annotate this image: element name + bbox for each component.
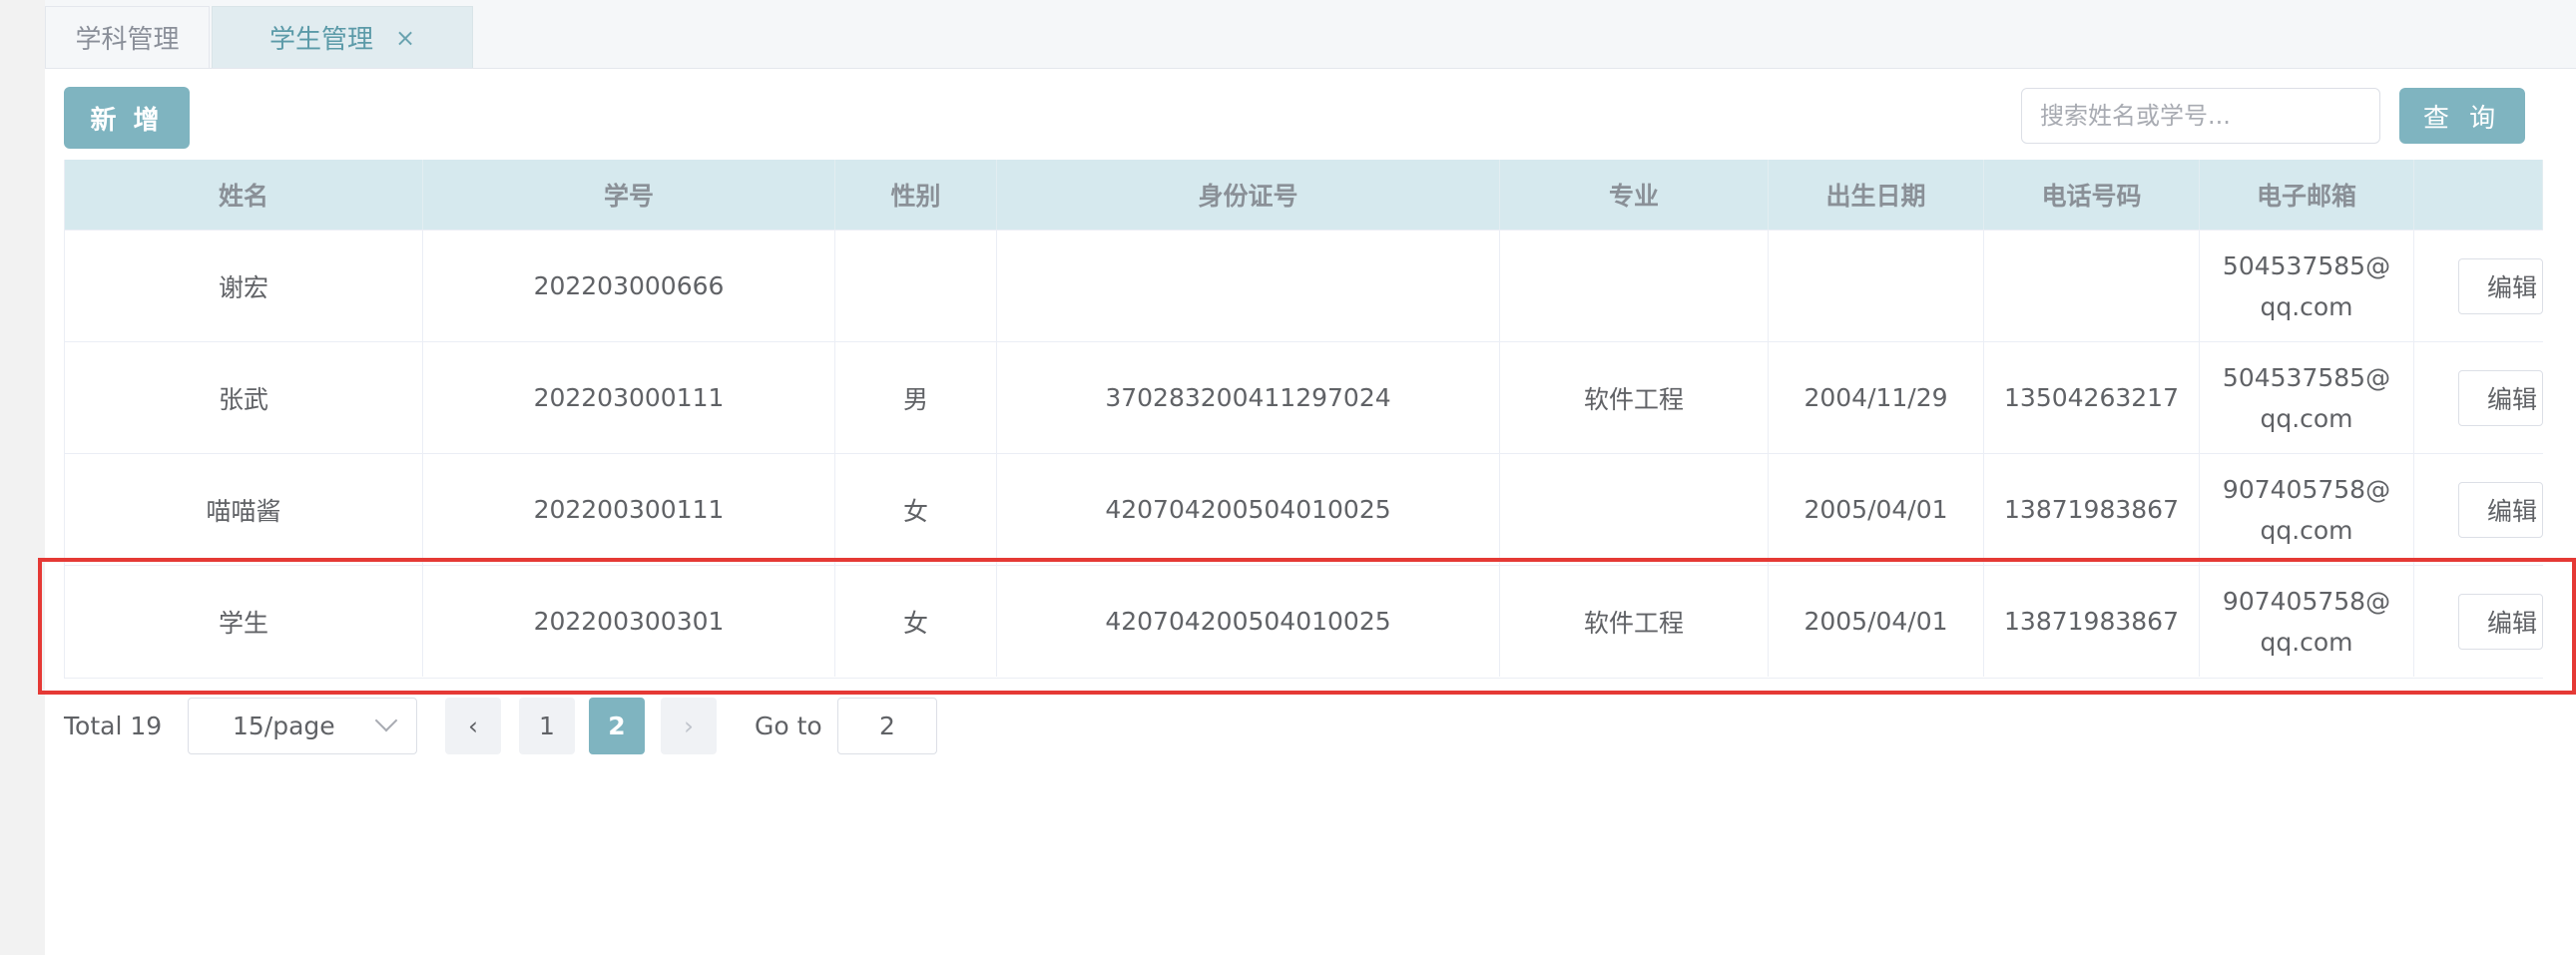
cell-name: 张武 xyxy=(65,342,423,453)
cell-student-id: 202203000666 xyxy=(423,231,835,341)
cell-gender: 女 xyxy=(835,454,997,565)
cell-gender xyxy=(835,231,997,341)
tab-bar: 学科管理 学生管理 × xyxy=(45,0,2576,69)
column-header-student-id[interactable]: 学号 xyxy=(423,160,835,230)
cell-email: 907405758@qq.com xyxy=(2200,566,2414,677)
cell-major xyxy=(1500,231,1769,341)
column-header-email[interactable]: 电子邮箱 xyxy=(2200,160,2414,230)
page-size-value: 15/page xyxy=(233,712,335,740)
page-1-button[interactable]: 1 xyxy=(519,698,575,754)
cell-id-card: 420704200504010025 xyxy=(997,454,1500,565)
table-row: 学生 202200300301 女 420704200504010025 软件工… xyxy=(65,565,2543,677)
close-icon[interactable]: × xyxy=(395,24,415,52)
table-row: 喵喵酱 202200300111 女 420704200504010025 20… xyxy=(65,453,2543,565)
column-header-phone[interactable]: 电话号码 xyxy=(1984,160,2200,230)
cell-phone: 13871983867 xyxy=(1984,566,2200,677)
cell-student-id: 202200300111 xyxy=(423,454,835,565)
tab-student-management[interactable]: 学生管理 × xyxy=(212,6,473,68)
cell-actions: 编辑 xyxy=(2414,342,2543,453)
edit-button[interactable]: 编辑 xyxy=(2458,369,2543,426)
cell-name: 学生 xyxy=(65,566,423,677)
table-row: 谢宏 202203000666 504537585@qq.com 编辑 xyxy=(65,230,2543,341)
cell-student-id: 202203000111 xyxy=(423,342,835,453)
cell-major: 软件工程 xyxy=(1500,566,1769,677)
cell-phone xyxy=(1984,231,2200,341)
query-button[interactable]: 查 询 xyxy=(2399,88,2525,144)
column-header-actions xyxy=(2414,160,2543,230)
column-header-major[interactable]: 专业 xyxy=(1500,160,1769,230)
table-header: 姓名 学号 性别 身份证号 专业 出生日期 电话号码 电子邮箱 xyxy=(65,160,2543,230)
cell-student-id: 202200300301 xyxy=(423,566,835,677)
column-header-id-card[interactable]: 身份证号 xyxy=(997,160,1500,230)
prev-page-button[interactable]: ‹ xyxy=(445,698,501,754)
edit-button[interactable]: 编辑 xyxy=(2458,481,2543,538)
cell-phone: 13504263217 xyxy=(1984,342,2200,453)
cell-birth-date: 2004/11/29 xyxy=(1769,342,1984,453)
student-table: 姓名 学号 性别 身份证号 专业 出生日期 电话号码 电子邮箱 谢宏 20220… xyxy=(64,160,2543,679)
cell-major xyxy=(1500,454,1769,565)
page-2-button[interactable]: 2 xyxy=(589,698,645,754)
page-size-select[interactable]: 15/page xyxy=(188,698,417,754)
cell-id-card: 370283200411297024 xyxy=(997,342,1500,453)
edit-button[interactable]: 编辑 xyxy=(2458,593,2543,650)
chevron-down-icon xyxy=(374,709,398,732)
search-input[interactable] xyxy=(2021,88,2380,144)
cell-name: 谢宏 xyxy=(65,231,423,341)
cell-birth-date: 2005/04/01 xyxy=(1769,566,1984,677)
edit-button[interactable]: 编辑 xyxy=(2458,257,2543,314)
cell-email: 907405758@qq.com xyxy=(2200,454,2414,565)
cell-gender: 男 xyxy=(835,342,997,453)
left-gutter xyxy=(0,0,46,955)
cell-major: 软件工程 xyxy=(1500,342,1769,453)
table-row: 张武 202203000111 男 370283200411297024 软件工… xyxy=(65,341,2543,453)
goto-label: Go to xyxy=(755,712,822,740)
cell-actions: 编辑 xyxy=(2414,454,2543,565)
tab-subject-management[interactable]: 学科管理 xyxy=(45,6,210,68)
next-page-button[interactable]: › xyxy=(661,698,717,754)
tab-label: 学生管理 xyxy=(268,25,373,55)
cell-actions: 编辑 xyxy=(2414,566,2543,677)
tab-label: 学科管理 xyxy=(75,25,180,55)
cell-birth-date: 2005/04/01 xyxy=(1769,454,1984,565)
cell-id-card: 420704200504010025 xyxy=(997,566,1500,677)
goto-page-input[interactable] xyxy=(837,698,937,754)
pagination-total: Total 19 xyxy=(64,712,163,740)
cell-name: 喵喵酱 xyxy=(65,454,423,565)
cell-gender: 女 xyxy=(835,566,997,677)
column-header-birth-date[interactable]: 出生日期 xyxy=(1769,160,1984,230)
cell-phone: 13871983867 xyxy=(1984,454,2200,565)
column-header-gender[interactable]: 性别 xyxy=(835,160,997,230)
cell-birth-date xyxy=(1769,231,1984,341)
column-header-name[interactable]: 姓名 xyxy=(65,160,423,230)
cell-email: 504537585@qq.com xyxy=(2200,342,2414,453)
add-button[interactable]: 新 增 xyxy=(64,87,190,149)
cell-id-card xyxy=(997,231,1500,341)
cell-email: 504537585@qq.com xyxy=(2200,231,2414,341)
cell-actions: 编辑 xyxy=(2414,231,2543,341)
